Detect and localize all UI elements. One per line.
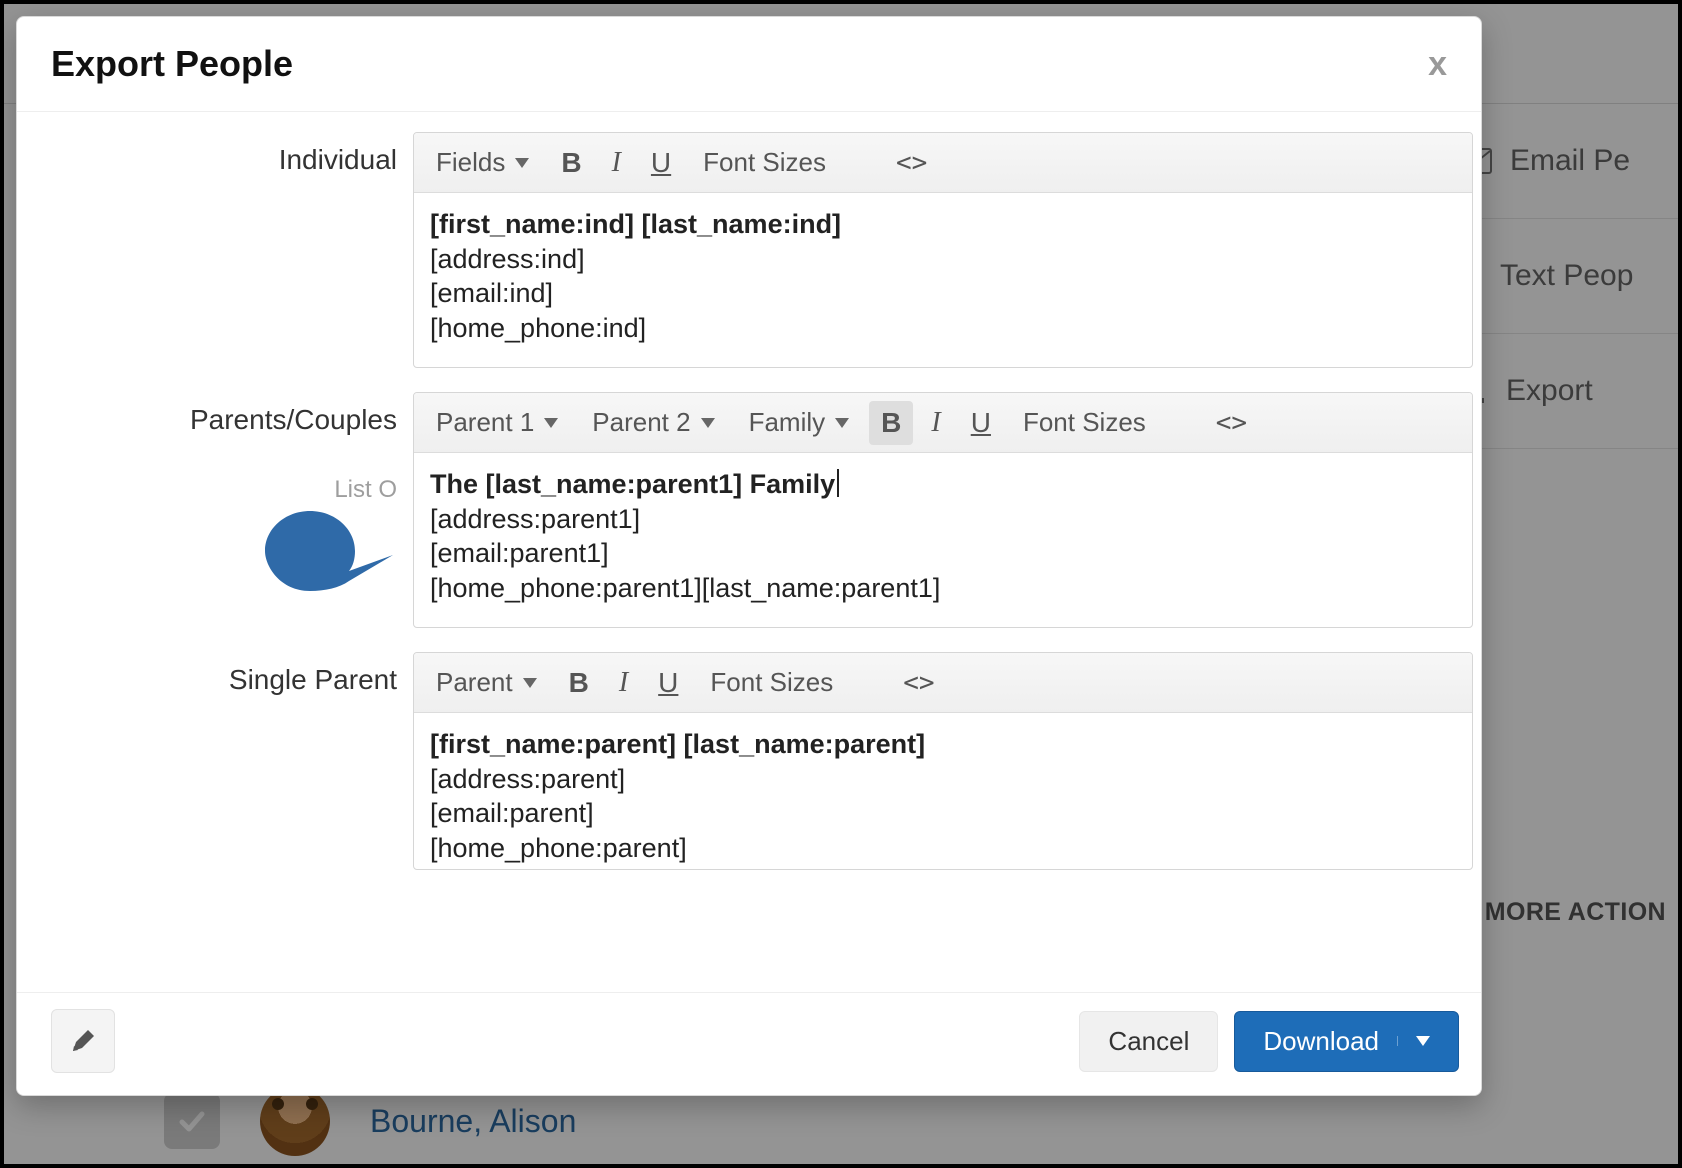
row-individual: Individual Fields B I U Font Sizes <> [f…	[37, 132, 1461, 368]
content-line: [home_phone:parent1][last_name:parent1]	[430, 571, 1456, 606]
font-sizes-label: Font Sizes	[710, 667, 833, 698]
content-line: [address:ind]	[430, 242, 1456, 277]
cancel-label: Cancel	[1108, 1026, 1189, 1057]
family-label: Family	[749, 407, 826, 438]
parent1-dropdown[interactable]: Parent 1	[422, 399, 572, 446]
chevron-down-icon	[835, 418, 849, 428]
download-label: Download	[1263, 1026, 1379, 1057]
underline-button[interactable]: U	[639, 141, 683, 185]
editor-single-parent: Parent B I U Font Sizes <> [first_name:p…	[413, 652, 1473, 870]
modal-title: Export People	[51, 43, 293, 85]
parent-label: Parent	[436, 667, 513, 698]
download-split-toggle[interactable]	[1397, 1036, 1430, 1046]
editor-content-parents[interactable]: The [last_name:parent1] Family [address:…	[414, 453, 1472, 627]
download-button[interactable]: Download	[1234, 1011, 1459, 1072]
italic-icon: I	[612, 147, 621, 179]
content-line: [home_phone:ind]	[430, 311, 1456, 346]
font-sizes-label: Font Sizes	[1023, 407, 1146, 438]
annotation-pointer	[265, 511, 395, 601]
chevron-down-icon	[515, 158, 529, 168]
code-icon: <>	[896, 148, 927, 178]
chevron-down-icon	[1416, 1036, 1430, 1046]
edit-template-button[interactable]	[51, 1009, 115, 1073]
toolbar-single: Parent B I U Font Sizes <>	[414, 653, 1472, 713]
font-sizes-dropdown[interactable]: Font Sizes	[1009, 399, 1160, 446]
pencil-icon	[70, 1028, 96, 1054]
font-sizes-dropdown[interactable]: Font Sizes	[689, 139, 840, 186]
underline-icon: U	[658, 667, 678, 699]
underline-button[interactable]: U	[959, 401, 1003, 445]
code-button[interactable]: <>	[891, 662, 946, 704]
bold-button[interactable]: B	[869, 401, 913, 445]
parent-dropdown[interactable]: Parent	[422, 659, 551, 706]
toolbar-parents: Parent 1 Parent 2 Family B I U Font Size…	[414, 393, 1472, 453]
content-line: [email:parent1]	[430, 536, 1456, 571]
font-sizes-label: Font Sizes	[703, 147, 826, 178]
label-single-parent: Single Parent	[37, 652, 397, 870]
chevron-down-icon	[523, 678, 537, 688]
family-dropdown[interactable]: Family	[735, 399, 864, 446]
chevron-down-icon	[544, 418, 558, 428]
row-single-parent: Single Parent Parent B I U Font Sizes <>…	[37, 652, 1461, 870]
parent2-label: Parent 2	[592, 407, 690, 438]
editor-parents: Parent 1 Parent 2 Family B I U Font Size…	[413, 392, 1473, 628]
row-parents: Parents/Couples List O Parent 1 Parent 2…	[37, 392, 1461, 628]
bold-icon: B	[881, 407, 901, 439]
label-parents-sub: List O	[37, 464, 397, 504]
modal-header: Export People x	[17, 17, 1481, 112]
content-line: [email:ind]	[430, 276, 1456, 311]
italic-button[interactable]: I	[607, 661, 640, 705]
modal-body: Individual Fields B I U Font Sizes <> [f…	[17, 112, 1481, 992]
italic-button[interactable]: I	[600, 141, 633, 185]
parent2-dropdown[interactable]: Parent 2	[578, 399, 728, 446]
code-icon: <>	[1216, 408, 1247, 438]
close-button[interactable]: x	[1428, 45, 1447, 84]
label-parents: Parents/Couples	[37, 392, 397, 436]
content-line: [email:parent]	[430, 796, 1456, 831]
content-line: [first_name:ind] [last_name:ind]	[430, 209, 841, 239]
bold-button[interactable]: B	[557, 661, 601, 705]
italic-icon: I	[619, 667, 628, 699]
export-people-modal: Export People x Individual Fields B I U …	[16, 16, 1482, 1096]
content-line: [first_name:parent] [last_name:parent]	[430, 729, 925, 759]
italic-button[interactable]: I	[919, 401, 952, 445]
font-sizes-dropdown[interactable]: Font Sizes	[696, 659, 847, 706]
bold-button[interactable]: B	[549, 141, 593, 185]
underline-button[interactable]: U	[646, 661, 690, 705]
toolbar-individual: Fields B I U Font Sizes <>	[414, 133, 1472, 193]
italic-icon: I	[931, 407, 940, 439]
label-individual: Individual	[37, 132, 397, 368]
content-line: [address:parent]	[430, 762, 1456, 797]
cancel-button[interactable]: Cancel	[1079, 1011, 1218, 1072]
chevron-down-icon	[701, 418, 715, 428]
parent1-label: Parent 1	[436, 407, 534, 438]
fields-dropdown[interactable]: Fields	[422, 139, 543, 186]
code-button[interactable]: <>	[1204, 402, 1259, 444]
bold-icon: B	[561, 147, 581, 179]
modal-footer: Cancel Download	[17, 992, 1481, 1095]
content-line: [address:parent1]	[430, 502, 1456, 537]
editor-content-single[interactable]: [first_name:parent] [last_name:parent] […	[414, 713, 1472, 865]
content-line: [home_phone:parent]	[430, 831, 1456, 866]
content-line: The [last_name:parent1] Family	[430, 469, 835, 499]
editor-content-individual[interactable]: [first_name:ind] [last_name:ind] [addres…	[414, 193, 1472, 367]
fields-dropdown-label: Fields	[436, 147, 505, 178]
underline-icon: U	[651, 147, 671, 179]
bold-icon: B	[569, 667, 589, 699]
code-icon: <>	[903, 668, 934, 698]
editor-individual: Fields B I U Font Sizes <> [first_name:i…	[413, 132, 1473, 368]
code-button[interactable]: <>	[884, 142, 939, 184]
text-cursor	[837, 469, 839, 497]
underline-icon: U	[971, 407, 991, 439]
